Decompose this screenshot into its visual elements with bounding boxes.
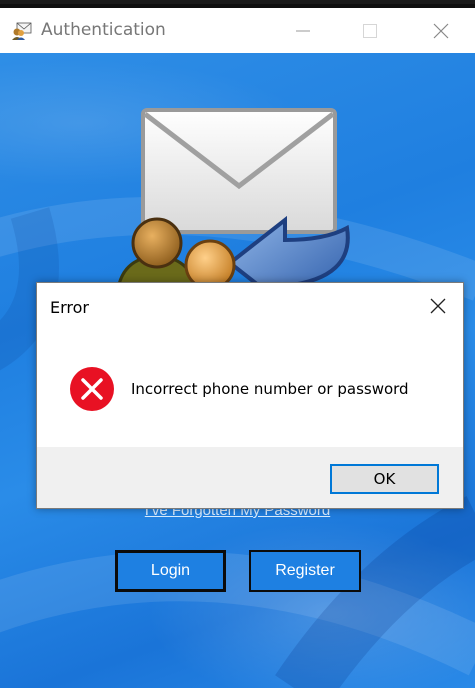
app-icon — [12, 22, 32, 40]
minimize-icon — [296, 30, 310, 31]
error-icon — [70, 367, 114, 411]
minimize-button[interactable] — [280, 8, 326, 53]
close-window-button[interactable] — [418, 8, 464, 53]
dialog-title: Error — [50, 298, 89, 317]
register-button[interactable]: Register — [249, 550, 361, 592]
maximize-button[interactable] — [347, 8, 393, 53]
authentication-window: Authentication I've Forgotten My Passwor… — [0, 0, 475, 688]
ok-button[interactable]: OK — [330, 464, 439, 494]
close-icon — [430, 298, 446, 314]
dialog-close-button[interactable] — [423, 291, 453, 321]
title-bar[interactable]: Authentication — [0, 8, 475, 53]
error-dialog: Error Incorrect phone number or password… — [36, 282, 464, 509]
maximize-icon — [363, 23, 377, 38]
close-icon — [433, 23, 449, 38]
error-message: Incorrect phone number or password — [131, 380, 409, 398]
window-title: Authentication — [41, 20, 166, 40]
dialog-footer: OK — [37, 447, 463, 508]
login-button[interactable]: Login — [115, 550, 226, 592]
